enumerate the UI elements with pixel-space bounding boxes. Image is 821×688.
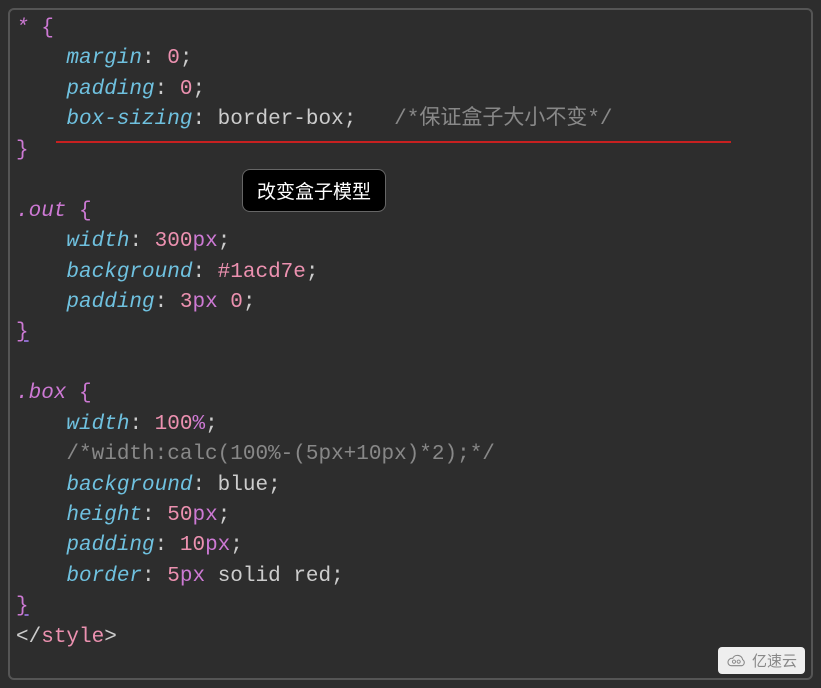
- angle-bracket-close: >: [104, 626, 117, 649]
- brace-open: {: [79, 200, 92, 223]
- unit-px: px: [180, 565, 205, 588]
- prop-background: background: [66, 474, 192, 497]
- brace-close: }: [16, 595, 29, 618]
- val-zero: 0: [180, 78, 193, 101]
- unit-px: px: [192, 504, 217, 527]
- val-blue: blue: [218, 474, 268, 497]
- unit-px: px: [192, 291, 217, 314]
- val-zero: 0: [230, 291, 243, 314]
- comment-box-sizing: /*保证盒子大小不变*/: [394, 108, 612, 131]
- semicolon: ;: [218, 504, 231, 527]
- css-code-block: * { margin: 0; padding: 0; box-sizing: b…: [16, 14, 805, 653]
- val-solid-red: solid red: [218, 565, 331, 588]
- val-zero: 0: [167, 47, 180, 70]
- semicolon: ;: [230, 534, 243, 557]
- unit-percent: %: [192, 413, 205, 436]
- num-5: 5: [167, 565, 180, 588]
- semicolon: ;: [205, 413, 218, 436]
- colon: :: [155, 291, 168, 314]
- semicolon: ;: [180, 47, 193, 70]
- semicolon: ;: [218, 230, 231, 253]
- unit-px: px: [205, 534, 230, 557]
- unit-px: px: [192, 230, 217, 253]
- semicolon: ;: [192, 78, 205, 101]
- prop-padding: padding: [66, 291, 154, 314]
- hex-1acd7e: #1acd7e: [218, 261, 306, 284]
- brace-open: {: [41, 17, 54, 40]
- colon: :: [142, 504, 155, 527]
- angle-bracket-open: <: [16, 626, 29, 649]
- selector-out: .out: [16, 200, 66, 223]
- prop-height: height: [66, 504, 142, 527]
- semicolon: ;: [344, 108, 357, 131]
- prop-margin: margin: [66, 47, 142, 70]
- prop-box-sizing: box-sizing: [66, 108, 192, 131]
- slash: /: [29, 626, 42, 649]
- highlight-underline: [56, 141, 731, 143]
- tag-style: style: [41, 626, 104, 649]
- watermark-text: 亿速云: [752, 650, 797, 671]
- val-border-box: border-box: [218, 108, 344, 131]
- num-3: 3: [180, 291, 193, 314]
- cloud-icon: [724, 653, 748, 669]
- prop-background: background: [66, 261, 192, 284]
- colon: :: [192, 108, 205, 131]
- colon: :: [142, 47, 155, 70]
- colon: :: [155, 534, 168, 557]
- colon: :: [129, 230, 142, 253]
- prop-width: width: [66, 230, 129, 253]
- num-10: 10: [180, 534, 205, 557]
- selector-box: .box: [16, 382, 66, 405]
- num-100: 100: [155, 413, 193, 436]
- semicolon: ;: [331, 565, 344, 588]
- code-editor-frame: * { margin: 0; padding: 0; box-sizing: b…: [8, 8, 813, 680]
- semicolon: ;: [268, 474, 281, 497]
- colon: :: [142, 565, 155, 588]
- semicolon: ;: [306, 261, 319, 284]
- prop-padding: padding: [66, 534, 154, 557]
- colon: :: [155, 78, 168, 101]
- brace-close: }: [16, 139, 29, 162]
- brace-open: {: [79, 382, 92, 405]
- comment-calc: /*width:calc(100%-(5px+10px)*2);*/: [66, 443, 494, 466]
- colon: :: [192, 261, 205, 284]
- num-50: 50: [167, 504, 192, 527]
- prop-border: border: [66, 565, 142, 588]
- annotation-callout: 改变盒子模型: [242, 169, 386, 212]
- colon: :: [129, 413, 142, 436]
- prop-padding: padding: [66, 78, 154, 101]
- colon: :: [192, 474, 205, 497]
- semicolon: ;: [243, 291, 256, 314]
- prop-width: width: [66, 413, 129, 436]
- watermark-badge: 亿速云: [718, 647, 805, 674]
- num-300: 300: [155, 230, 193, 253]
- brace-close: }: [16, 321, 29, 344]
- selector-universal: *: [16, 17, 29, 40]
